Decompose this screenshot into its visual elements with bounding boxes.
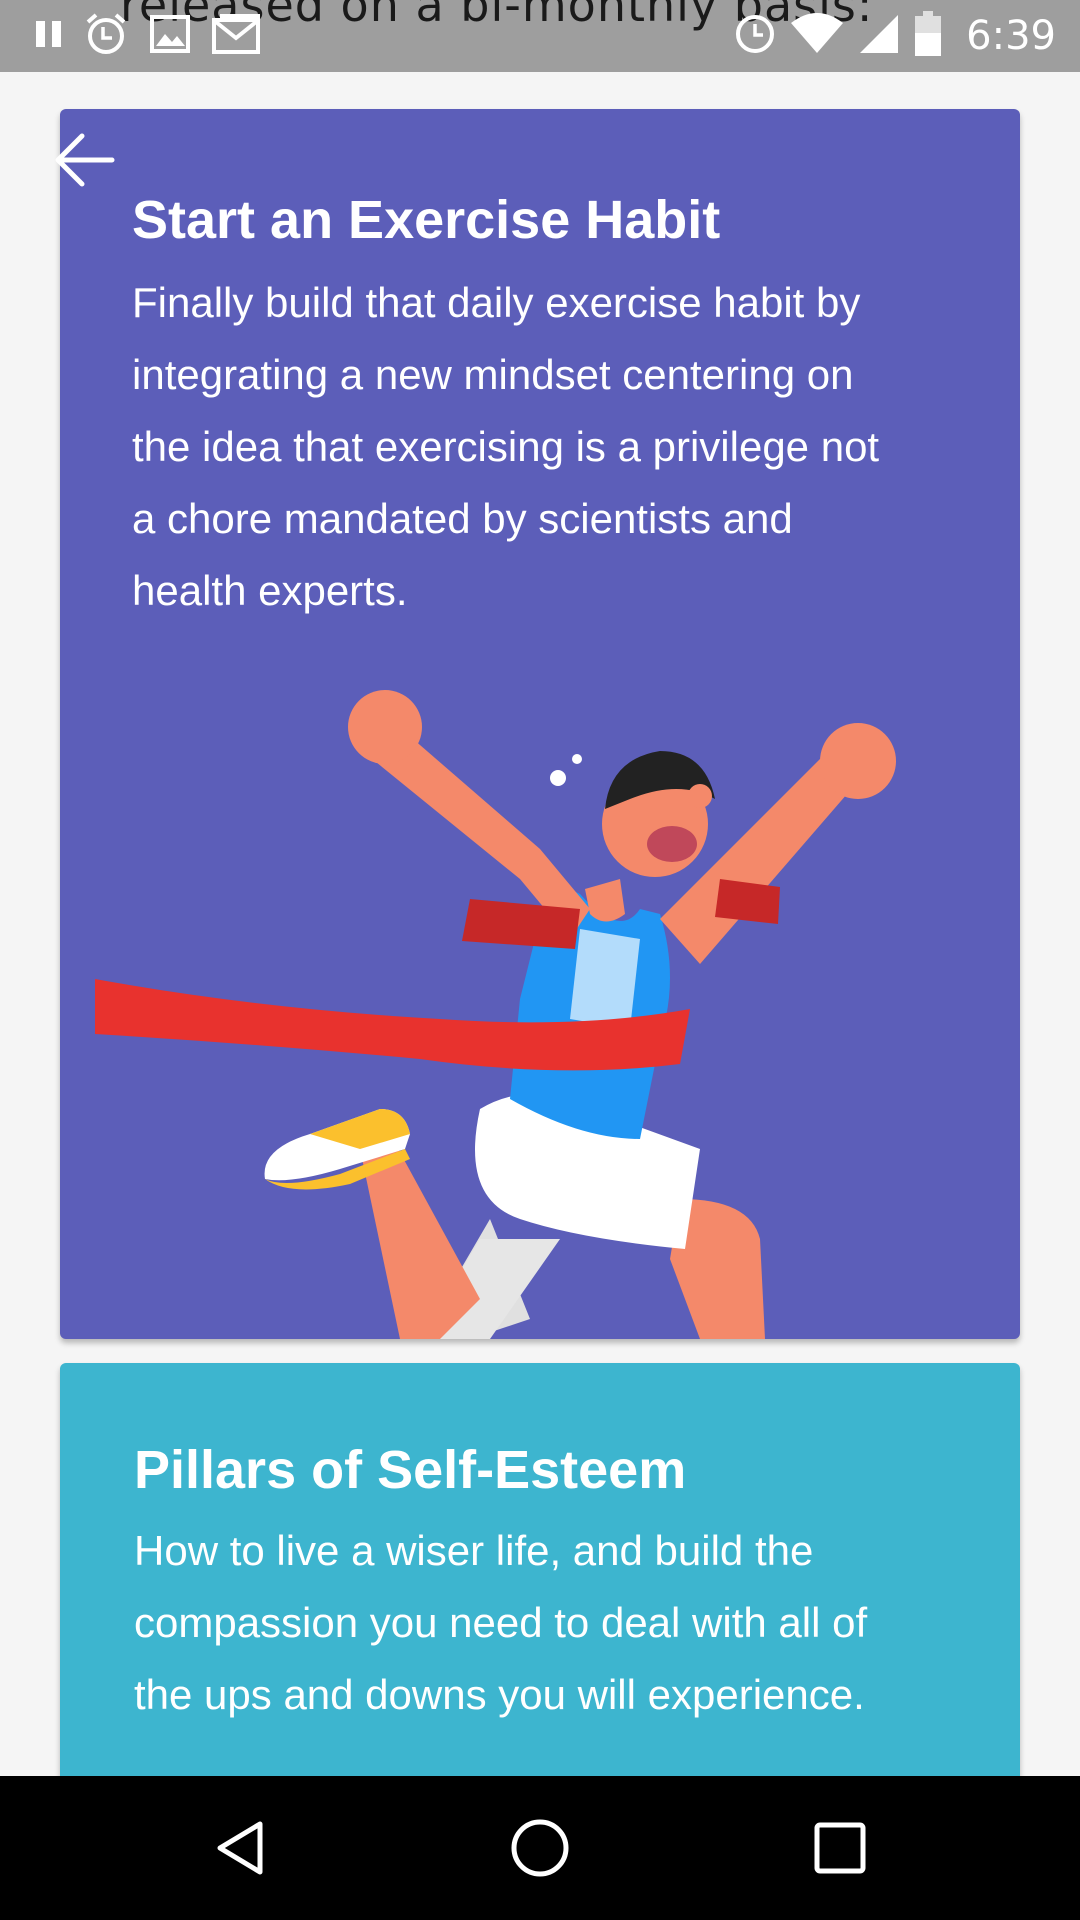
- nav-home-button[interactable]: [504, 1812, 576, 1884]
- notification-icons: [36, 12, 262, 60]
- card-title: Pillars of Self-Esteem: [134, 1440, 687, 1500]
- runner-illustration: [95, 690, 896, 1339]
- card-description: How to live a wiser life, and build the …: [134, 1527, 868, 1718]
- nav-back-icon: [217, 1821, 263, 1875]
- nav-home-icon: [511, 1819, 569, 1877]
- status-bar: released on a bi-monthly basis: 6:39: [0, 0, 1080, 72]
- alarm-icon: [84, 12, 128, 60]
- nav-recents-button[interactable]: [804, 1812, 876, 1884]
- alarm-icon: [734, 13, 776, 59]
- card-title: Start an Exercise Habit: [132, 190, 721, 250]
- mail-icon: [212, 14, 262, 58]
- signal-icon: [858, 13, 900, 59]
- nav-recents-icon: [814, 1822, 866, 1874]
- wifi-icon: [790, 13, 844, 59]
- navigation-bar: [0, 1776, 1080, 1920]
- image-icon: [150, 15, 190, 57]
- system-icons: 6:39: [734, 10, 1056, 62]
- course-card-exercise-habit[interactable]: Start an Exercise Habit Finally build th…: [60, 109, 1020, 1339]
- battery-icon: [914, 11, 942, 61]
- card-description: Finally build that daily exercise habit …: [132, 279, 880, 614]
- pause-icon: [36, 19, 62, 53]
- nav-back-button[interactable]: [204, 1812, 276, 1884]
- back-button[interactable]: [48, 124, 120, 196]
- arrow-left-icon: [55, 133, 115, 187]
- clock: 6:39: [966, 13, 1056, 59]
